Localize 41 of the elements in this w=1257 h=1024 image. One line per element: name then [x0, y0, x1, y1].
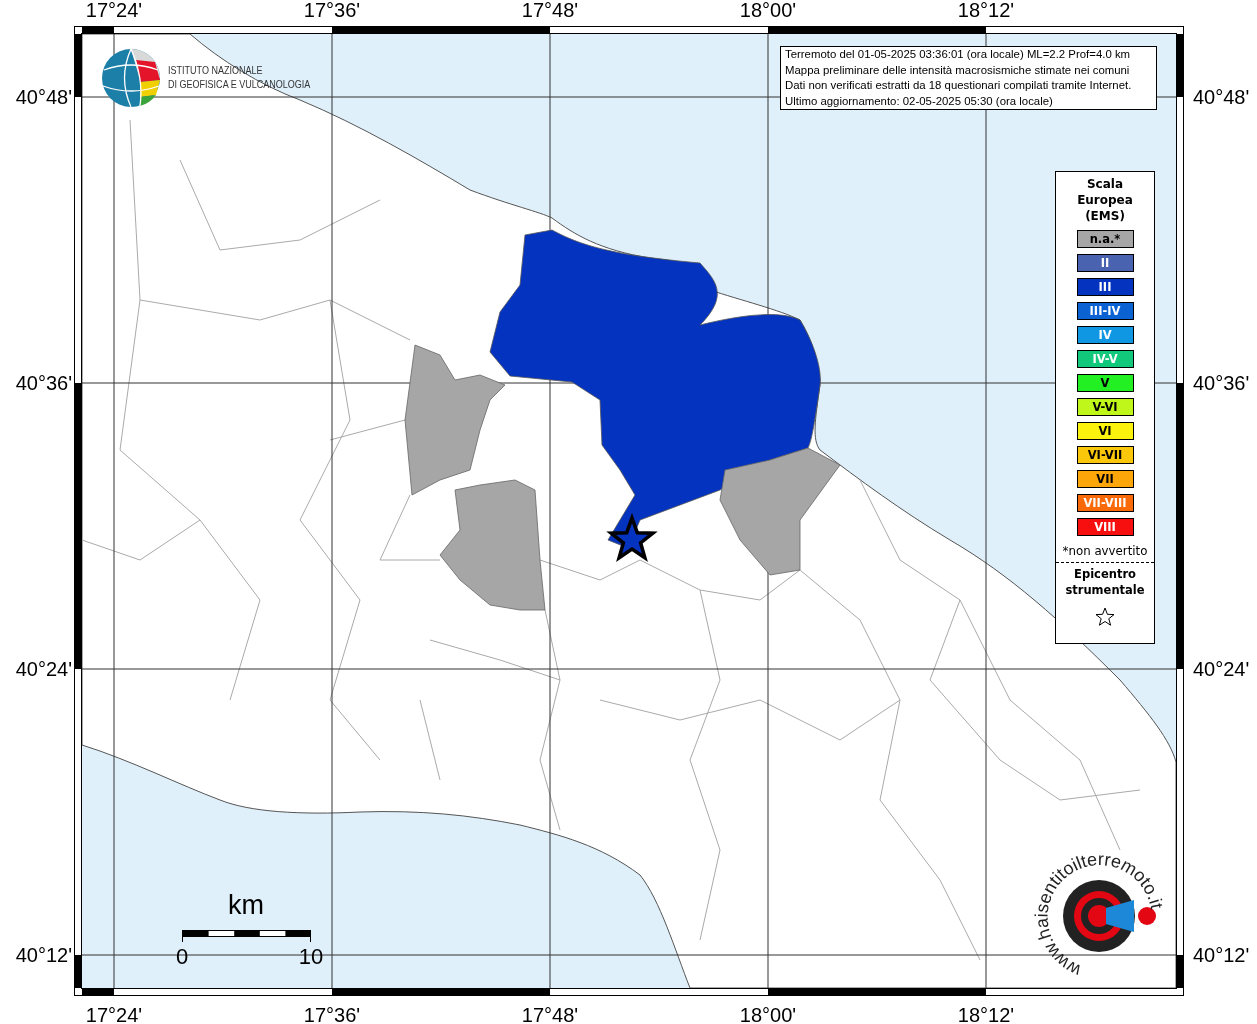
info-box: Terremoto del 01-05-2025 03:36:01 (ora locale) ML=2.2 Prof=4.0 km Mappa preliminare delle intensità macrosismiche stimate nei comuni Dati non verificati estratti da 18 questionari compilati tramite Internet. Ultimo aggiornamento: 02-05-2025 05:30 (ora locale) — [780, 46, 1157, 110]
scale-unit: km — [228, 890, 264, 920]
coordinate-label: 18°00' — [739, 0, 797, 21]
coordinate-label: 18°12' — [957, 0, 1015, 21]
legend-swatch: VII-VIII — [1076, 494, 1134, 512]
coordinate-label: 40°36' — [1193, 372, 1250, 394]
legend-swatch: VI — [1076, 422, 1134, 440]
legend-swatch: VII — [1076, 470, 1134, 488]
coordinate-label: 40°48' — [1193, 86, 1250, 108]
legend-swatch: VI-VII — [1076, 446, 1134, 464]
coordinate-label: 17°24' — [85, 0, 143, 21]
legend-swatch: III — [1076, 278, 1134, 296]
coordinate-label: 18°12' — [957, 1004, 1015, 1024]
coordinate-label: 40°48' — [15, 86, 72, 108]
legend-footnote: *non avvertito — [1062, 544, 1148, 558]
coordinate-label: 18°00' — [739, 1004, 797, 1024]
coordinate-label: 17°48' — [521, 1004, 579, 1024]
coordinate-label: 40°24' — [1193, 658, 1250, 680]
legend-swatch: IV-V — [1076, 350, 1134, 368]
legend-swatch: V-VI — [1076, 398, 1134, 416]
coordinate-label: 17°24' — [85, 1004, 143, 1024]
epicentre-star-icon — [606, 512, 658, 562]
coordinate-label: 40°36' — [15, 372, 72, 394]
coordinate-label: 40°12' — [15, 944, 72, 966]
legend-swatch: VIII — [1076, 518, 1134, 536]
coordinate-label: 40°24' — [15, 658, 72, 680]
legend-swatch: V — [1076, 374, 1134, 392]
globe-logo-icon — [102, 48, 160, 108]
star-icon — [1094, 606, 1116, 628]
epicentre-label: Epicentro strumentale — [1064, 566, 1146, 598]
legend-swatch: III-IV — [1076, 302, 1134, 320]
scale-label: 10 — [298, 944, 324, 969]
coordinate-label: 17°36' — [303, 0, 361, 21]
legend-swatch: n.a.* — [1076, 230, 1134, 248]
legend-swatch: II — [1076, 254, 1134, 272]
coordinate-label: 17°36' — [303, 1004, 361, 1024]
legend-swatch: IV — [1076, 326, 1134, 344]
coordinate-label: 40°12' — [1193, 944, 1250, 966]
coordinate-label: 17°48' — [521, 0, 579, 21]
legend-title: Scala Europea (EMS) — [1076, 176, 1134, 224]
scale-label: 0 — [175, 944, 189, 969]
